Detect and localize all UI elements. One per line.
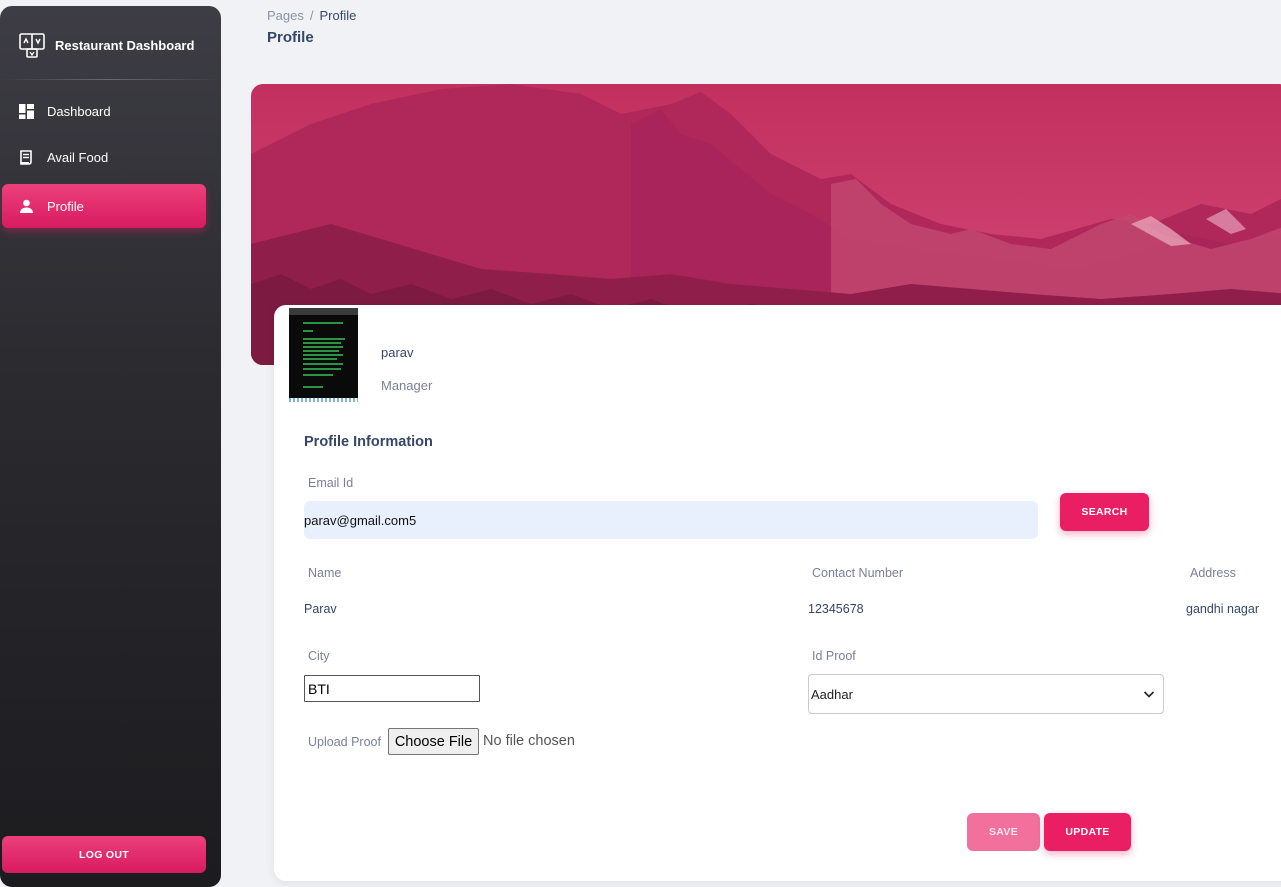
city-label: City [308,649,330,663]
sidebar-item-label: Profile [47,198,84,214]
breadcrumb-current: Profile [319,8,357,23]
email-field[interactable] [304,501,1038,539]
dashboard-icon [19,103,34,119]
restaurant-logo-icon [19,33,45,58]
search-button[interactable]: SEARCH [1060,493,1149,531]
idproof-select[interactable]: Aadhar [808,674,1164,714]
chevron-down-icon [1143,691,1155,698]
logout-button[interactable]: LOG OUT [2,836,206,873]
breadcrumb: Pages / Profile [267,8,356,23]
breadcrumb-separator: / [309,8,314,23]
sidebar-item-dashboard[interactable]: Dashboard [2,89,206,133]
user-name: parav [381,345,414,360]
choose-file-button[interactable]: Choose File [388,728,479,755]
sidebar-item-avail-food[interactable]: Avail Food [2,135,206,179]
address-value: gandhi nagar [1186,602,1259,616]
page-title: Profile [267,29,314,46]
person-icon [19,199,34,214]
sidebar-item-label: Avail Food [47,149,109,165]
name-label: Name [308,566,342,580]
contact-value: 12345678 [808,602,864,616]
avatar [289,308,358,402]
contact-label: Contact Number [812,566,904,580]
sidebar-divider [0,79,221,80]
update-button[interactable]: UPDATE [1044,813,1131,851]
sidebar-item-label: Dashboard [47,103,111,119]
sidebar-item-profile[interactable]: Profile [2,184,206,228]
idproof-label: Id Proof [812,649,856,663]
address-label: Address [1190,566,1236,580]
idproof-selected: Aadhar [811,686,853,702]
sidebar: Restaurant Dashboard Dashboard Avail Foo… [0,6,221,887]
brand-title: Restaurant Dashboard [55,37,195,53]
breadcrumb-root[interactable]: Pages [267,8,304,23]
save-button[interactable]: SAVE [967,813,1040,851]
email-label: Email Id [308,476,354,490]
receipt-icon [19,149,34,165]
file-status: No file chosen [483,733,575,749]
user-role: Manager [381,378,433,393]
name-value: Parav [304,602,337,616]
brand[interactable]: Restaurant Dashboard [18,31,194,59]
profile-card: parav Manager Profile Information Email … [274,305,1281,881]
city-field[interactable] [304,675,480,702]
section-title: Profile Information [304,434,433,450]
upload-label: Upload Proof [308,735,381,749]
